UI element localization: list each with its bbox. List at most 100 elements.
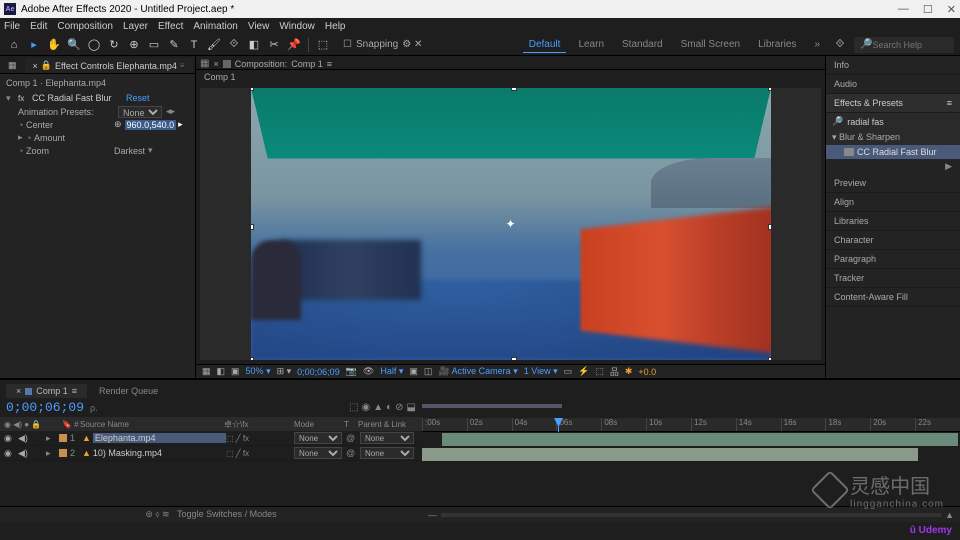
tl-icon[interactable]: ⬓ bbox=[407, 402, 416, 413]
effect-twirl[interactable]: ▾ bbox=[6, 93, 14, 104]
transform-handle[interactable] bbox=[511, 357, 517, 360]
transform-handle[interactable] bbox=[251, 357, 254, 360]
layer-label-color[interactable] bbox=[59, 434, 67, 442]
blend-mode-select[interactable]: None bbox=[294, 447, 342, 459]
viewer-grid-icon[interactable]: ▦ bbox=[202, 366, 211, 377]
current-timecode[interactable]: 0;00;06;09 bbox=[6, 400, 84, 415]
menu-composition[interactable]: Composition bbox=[57, 21, 113, 32]
timeline-search[interactable] bbox=[90, 403, 140, 413]
menu-layer[interactable]: Layer bbox=[123, 21, 148, 32]
tl-icon[interactable]: ◉ bbox=[361, 402, 370, 413]
workspace-more[interactable]: » bbox=[808, 37, 826, 52]
layer-name[interactable]: 10) Masking.mp4 bbox=[93, 448, 226, 458]
preset-next-icon[interactable]: ▸ bbox=[171, 106, 176, 117]
brush-tool[interactable]: 🖌 bbox=[206, 37, 222, 53]
chevron-down-icon[interactable]: ▾ bbox=[148, 145, 153, 156]
menu-effect[interactable]: Effect bbox=[158, 21, 183, 32]
blend-mode-select[interactable]: None bbox=[294, 432, 342, 444]
exposure-value[interactable]: +0.0 bbox=[638, 367, 656, 377]
animation-presets-select[interactable]: None bbox=[118, 106, 162, 118]
workspace-smallscreen[interactable]: Small Screen bbox=[675, 37, 746, 52]
transparency-icon[interactable]: ◫ bbox=[424, 366, 433, 377]
layer-name[interactable]: Elephanta.mp4 bbox=[93, 433, 226, 443]
pickwhip-icon[interactable]: @ bbox=[346, 448, 360, 458]
roi-icon[interactable]: ▣ bbox=[409, 366, 418, 377]
transform-handle[interactable] bbox=[768, 357, 771, 360]
selection-tool[interactable]: ▸ bbox=[26, 37, 42, 53]
eraser-tool[interactable]: ◧ bbox=[246, 37, 262, 53]
project-tab-stub[interactable]: ▦ bbox=[0, 58, 25, 73]
viewer-timecode[interactable]: 0;00;06;09 bbox=[297, 367, 340, 377]
composition-viewer[interactable]: ✦ bbox=[200, 88, 821, 360]
orbit-tool[interactable]: ◯ bbox=[86, 37, 102, 53]
effect-center-target-icon[interactable]: ✦ bbox=[505, 217, 515, 231]
panel-content-aware[interactable]: Content-Aware Fill bbox=[826, 288, 960, 307]
type-tool[interactable]: T bbox=[186, 37, 202, 53]
zoom-in-icon[interactable]: ▲ bbox=[945, 510, 954, 520]
parent-select[interactable]: None bbox=[360, 447, 414, 459]
timeline-tab-renderqueue[interactable]: Render Queue bbox=[89, 384, 168, 398]
effect-reset[interactable]: Reset bbox=[126, 93, 150, 103]
timeline-tab-comp[interactable]: × Comp 1 ≡ bbox=[6, 384, 87, 398]
minimize-button[interactable]: — bbox=[898, 3, 909, 16]
workspace-learn[interactable]: Learn bbox=[572, 37, 610, 52]
effect-fx-toggle[interactable]: fx bbox=[18, 94, 28, 103]
pixel-aspect-icon[interactable]: ▭ bbox=[564, 366, 573, 377]
layer-switches[interactable]: ⬚ ╱ fx bbox=[226, 449, 294, 458]
panel-info[interactable]: Info bbox=[826, 56, 960, 75]
home-button[interactable]: ⌂ bbox=[6, 37, 22, 53]
tl-icon[interactable]: ⊘ bbox=[395, 402, 403, 413]
snapping-toggle[interactable]: ☐ Snapping ⚙ ✕ bbox=[343, 39, 422, 50]
prop-center-value[interactable]: 960.0,540.0 bbox=[125, 120, 177, 130]
effect-controls-tab[interactable]: × 🔒 Effect Controls Elephanta.mp4 ≡ bbox=[25, 58, 193, 73]
roto-tool[interactable]: ✂ bbox=[266, 37, 282, 53]
layer-duration-bar[interactable] bbox=[422, 448, 918, 461]
tl-icon[interactable]: ⬚ bbox=[349, 402, 358, 413]
layer-duration-bar[interactable] bbox=[442, 433, 958, 446]
puppet-tool[interactable]: 📌 bbox=[286, 37, 302, 53]
flowchart-icon[interactable]: 品 bbox=[610, 365, 619, 378]
layer-switches[interactable]: ⬚ ╱ fx bbox=[226, 434, 294, 443]
resolution-select[interactable]: Half ▾ bbox=[380, 366, 403, 377]
view-layout-select[interactable]: 1 View ▾ bbox=[524, 366, 558, 377]
apply-animation-icon[interactable]: ▶ bbox=[826, 159, 960, 174]
zoom-slider[interactable] bbox=[441, 513, 941, 517]
timeline-track-area[interactable] bbox=[422, 432, 960, 482]
help-search[interactable]: 🔎 bbox=[854, 37, 954, 53]
transform-handle[interactable] bbox=[251, 88, 254, 91]
composition-canvas[interactable]: ✦ bbox=[251, 88, 771, 360]
parent-select[interactable]: None bbox=[360, 432, 414, 444]
panel-audio[interactable]: Audio bbox=[826, 75, 960, 94]
panel-menu-icon[interactable]: ≡ bbox=[947, 98, 952, 108]
sync-icon[interactable]: ⟐ bbox=[832, 37, 848, 53]
magnification-select[interactable]: 50% ▾ bbox=[246, 366, 271, 377]
toggle-switches-button[interactable]: Toggle Switches / Modes bbox=[177, 509, 277, 519]
rect-tool[interactable]: ▭ bbox=[146, 37, 162, 53]
zoom-tool[interactable]: 🔍 bbox=[66, 37, 82, 53]
layer-row[interactable]: ◉ ◀) ▸ 2 ▲ 10) Masking.mp4 ⬚ ╱ fx None @… bbox=[0, 446, 422, 461]
visibility-toggle[interactable]: ◉ bbox=[4, 448, 18, 459]
layer-twirl[interactable]: ▸ bbox=[46, 448, 56, 459]
work-area-bar[interactable] bbox=[422, 404, 562, 408]
tl-icon[interactable]: ▲ bbox=[373, 402, 383, 413]
menu-animation[interactable]: Animation bbox=[193, 21, 237, 32]
project-mini-icon[interactable]: ▦ bbox=[200, 58, 209, 69]
menu-edit[interactable]: Edit bbox=[30, 21, 47, 32]
camera-select[interactable]: 🎥 Active Camera ▾ bbox=[438, 366, 517, 377]
point-picker-icon[interactable]: ⊕ bbox=[114, 119, 122, 130]
effect-result-item[interactable]: CC Radial Fast Blur bbox=[826, 145, 960, 159]
panel-tracker[interactable]: Tracker bbox=[826, 269, 960, 288]
fast-preview-icon[interactable]: ⚡ bbox=[578, 366, 589, 377]
layer-twirl[interactable]: ▸ bbox=[46, 433, 56, 444]
pen-tool[interactable]: ✎ bbox=[166, 37, 182, 53]
audio-toggle[interactable]: ◀) bbox=[18, 448, 32, 459]
panel-preview[interactable]: Preview bbox=[826, 174, 960, 193]
audio-toggle[interactable]: ◀) bbox=[18, 433, 32, 444]
viewer-alpha-icon[interactable]: ◧ bbox=[217, 366, 226, 377]
panel-character[interactable]: Character bbox=[826, 231, 960, 250]
clone-tool[interactable]: ⟐ bbox=[226, 37, 242, 53]
snapshot-icon[interactable]: 📷 bbox=[346, 366, 357, 377]
panel-align[interactable]: Align bbox=[826, 193, 960, 212]
workspace-default[interactable]: Default bbox=[523, 37, 567, 53]
panel-paragraph[interactable]: Paragraph bbox=[826, 250, 960, 269]
